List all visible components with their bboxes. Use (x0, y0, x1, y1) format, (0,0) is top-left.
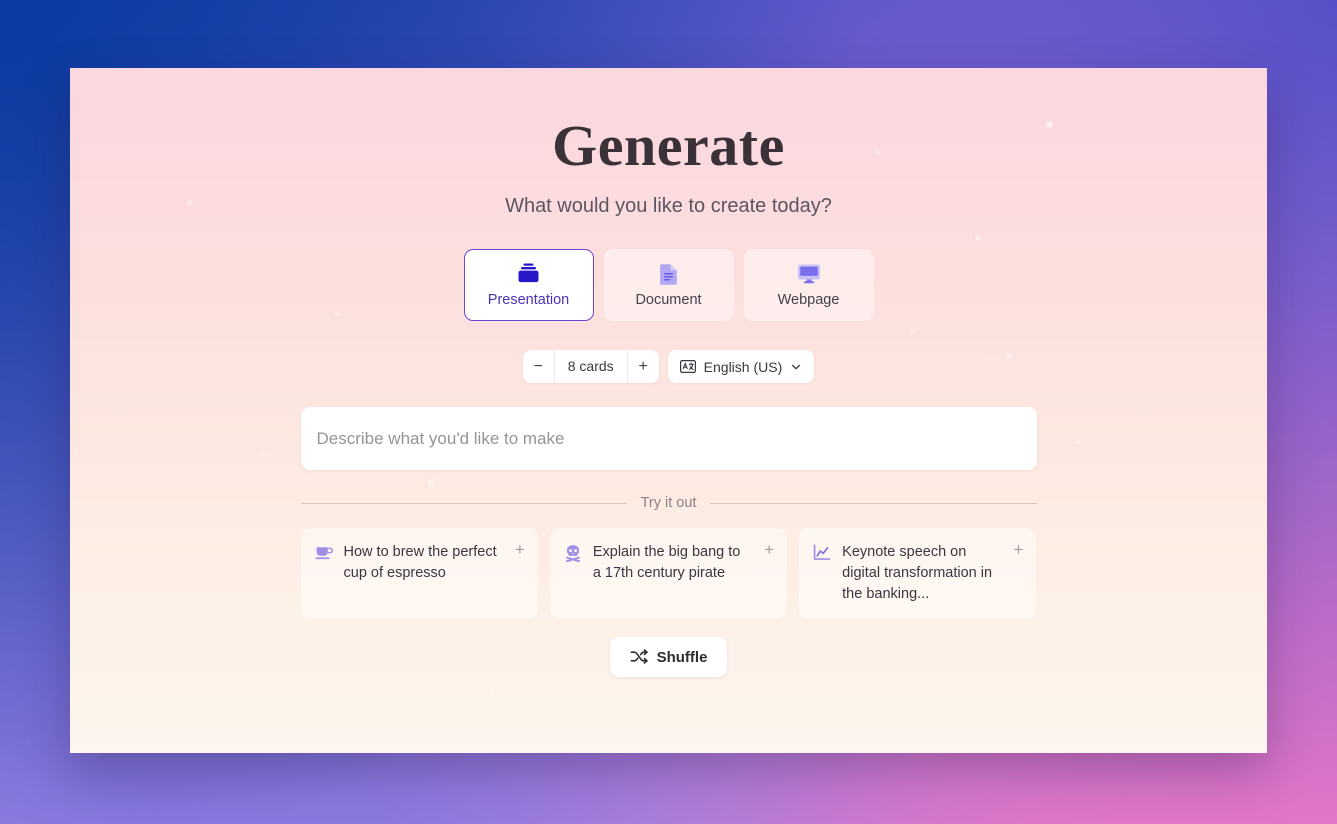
skull-crossbones-icon (564, 542, 583, 605)
shuffle-label: Shuffle (656, 648, 708, 666)
divider-rule-right (710, 502, 1037, 504)
suggestion-card[interactable]: Keynote speech on digital transformation… (799, 528, 1037, 619)
shuffle-button[interactable]: Shuffle (609, 637, 728, 677)
output-type-selector: Presentation Document Webpage (463, 249, 874, 321)
line-chart-icon (813, 542, 832, 605)
prompt-input-container[interactable] (300, 407, 1037, 470)
divider-rule-left (300, 502, 627, 504)
page-title: Generate (552, 113, 785, 178)
type-option-webpage[interactable]: Webpage (743, 249, 874, 321)
type-option-label: Presentation (487, 291, 570, 308)
language-selector[interactable]: English (US) (667, 350, 815, 383)
page-subtitle: What would you like to create today? (505, 195, 832, 217)
translate-icon (679, 360, 696, 373)
increment-cards-button[interactable]: + (628, 350, 659, 383)
presentation-icon (517, 263, 540, 285)
suggestion-card[interactable]: How to brew the perfect cup of espresso … (300, 528, 538, 619)
add-suggestion-button[interactable]: + (1009, 541, 1024, 605)
type-option-label: Webpage (777, 291, 840, 308)
generate-panel: Generate What would you like to create t… (70, 68, 1267, 753)
suggestion-list: How to brew the perfect cup of espresso … (300, 528, 1037, 619)
suggestion-text: Keynote speech on digital transformation… (842, 544, 993, 602)
shuffle-icon (630, 649, 648, 665)
try-it-out-divider: Try it out (300, 495, 1037, 511)
add-suggestion-button[interactable]: + (511, 541, 525, 605)
generation-options-row: − 8 cards + English (US) (522, 350, 815, 383)
decrement-cards-button[interactable]: − (523, 350, 554, 383)
card-count-stepper: − 8 cards + (522, 350, 659, 383)
webpage-icon (797, 263, 821, 285)
suggestion-card[interactable]: Explain the big bang to a 17th century p… (549, 528, 788, 619)
type-option-document[interactable]: Document (603, 249, 734, 321)
prompt-input[interactable] (300, 428, 1037, 449)
language-label: English (US) (703, 358, 783, 375)
chevron-down-icon (790, 361, 802, 373)
suggestion-text: Explain the big bang to a 17th century p… (592, 544, 741, 581)
card-count-value: 8 cards (567, 358, 614, 374)
document-icon (659, 263, 679, 285)
divider-label: Try it out (640, 495, 697, 511)
type-option-presentation[interactable]: Presentation (463, 249, 594, 321)
add-suggestion-button[interactable]: + (760, 541, 774, 605)
type-option-label: Document (635, 291, 702, 308)
suggestion-text: How to brew the perfect cup of espresso (343, 544, 497, 581)
coffee-cup-icon (315, 542, 334, 605)
